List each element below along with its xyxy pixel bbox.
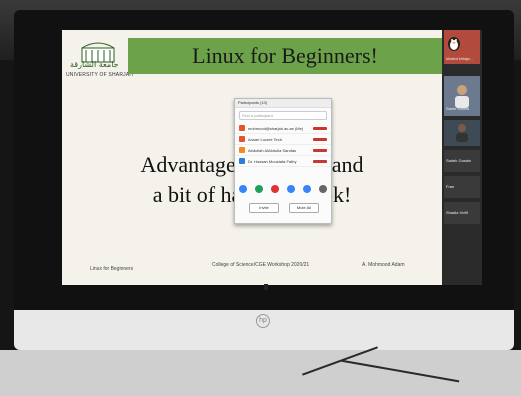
video-tile-label: Fran	[446, 184, 455, 189]
title-banner: Linux for Beginners!	[128, 38, 442, 74]
slide-title: Linux for Beginners!	[192, 43, 378, 68]
participants-toolbar	[239, 185, 327, 197]
raise-hand-icon[interactable]	[239, 185, 247, 193]
video-tile[interactable]: Samir Hamid	[444, 76, 480, 116]
faster-icon[interactable]	[303, 185, 311, 193]
participant-avatar	[239, 125, 245, 131]
participant-avatar	[239, 147, 245, 153]
participant-status-icons	[313, 148, 327, 152]
monitor-screen: جامعة الشارقة UNIVERSITY OF SHARJAH Linu…	[62, 30, 482, 285]
invite-button[interactable]: Invite	[249, 203, 279, 213]
participants-actions: Invite Mute All	[249, 203, 319, 213]
video-tile[interactable]: Fran	[444, 176, 480, 198]
participant-name: Abdullah AlAbdulla Sandas	[248, 147, 297, 153]
person-video-icon	[456, 124, 468, 142]
yes-icon[interactable]	[255, 185, 263, 193]
university-english-name: UNIVERSITY OF SHARJAH	[66, 72, 134, 78]
participant-name: Ansari Lucent Tech	[248, 136, 282, 142]
mouse-cursor-icon	[264, 284, 268, 290]
photo-frame: جامعة الشارقة UNIVERSITY OF SHARJAH Linu…	[0, 0, 521, 396]
video-tile[interactable]: khaled khfaja...	[444, 30, 480, 64]
participant-row[interactable]: Dr. Hassan Moustafa Fathy	[235, 156, 331, 167]
desk-surface	[0, 350, 521, 396]
slide-footer-mid: College of Science/CGE Workshop 2020/21	[212, 262, 310, 268]
participant-row[interactable]: mohmood@sharjah.ac.ae (Me)	[235, 123, 331, 134]
participant-search-placeholder: Find a participant	[242, 113, 273, 118]
no-icon[interactable]	[271, 185, 279, 193]
video-tile-label: Shadia Hofif	[446, 210, 468, 215]
presentation-slide: جامعة الشارقة UNIVERSITY OF SHARJAH Linu…	[62, 30, 442, 285]
video-tile[interactable]: Shadia Hofif	[444, 202, 480, 224]
video-tile-label: Samir Hamid	[446, 106, 470, 111]
participant-name: mohmood@sharjah.ac.ae (Me)	[248, 125, 304, 131]
mute-all-button[interactable]: Mute All	[289, 203, 319, 213]
participants-panel[interactable]: Participants (10) Find a participant moh…	[234, 98, 332, 224]
more-icon[interactable]	[319, 185, 327, 193]
participant-status-icons	[313, 159, 327, 163]
video-tile[interactable]: Sadek Gosain	[444, 150, 480, 172]
slide-footer-right: A. Mohmood Adam	[362, 262, 405, 268]
participant-avatar	[239, 158, 245, 164]
video-tile-label: khaled khfaja...	[446, 56, 473, 61]
participant-avatar	[239, 136, 245, 142]
participant-row[interactable]: Abdullah AlAbdulla Sandas	[235, 145, 331, 156]
slower-icon[interactable]	[287, 185, 295, 193]
hp-logo-icon: hp	[256, 314, 270, 328]
monitor: جامعة الشارقة UNIVERSITY OF SHARJAH Linu…	[14, 10, 514, 350]
participant-search-input[interactable]: Find a participant	[239, 111, 327, 120]
penguin-icon	[448, 37, 460, 51]
university-arabic-name: جامعة الشارقة	[70, 60, 119, 69]
video-tile-label: Sadek Gosain	[446, 158, 472, 163]
participant-row[interactable]: Ansari Lucent Tech	[235, 134, 331, 145]
slide-footer-left: Linux for Beginners	[90, 266, 134, 272]
participant-name: Dr. Hassan Moustafa Fathy	[248, 158, 297, 164]
participant-status-icons	[313, 126, 327, 130]
participants-title[interactable]: Participants (10)	[235, 99, 331, 108]
person-video-icon	[455, 85, 469, 108]
video-side-panel: khaled khfaja... Samir Hamid Sadek Gosai…	[442, 30, 482, 285]
video-tile[interactable]	[444, 120, 480, 146]
participant-status-icons	[313, 137, 327, 141]
